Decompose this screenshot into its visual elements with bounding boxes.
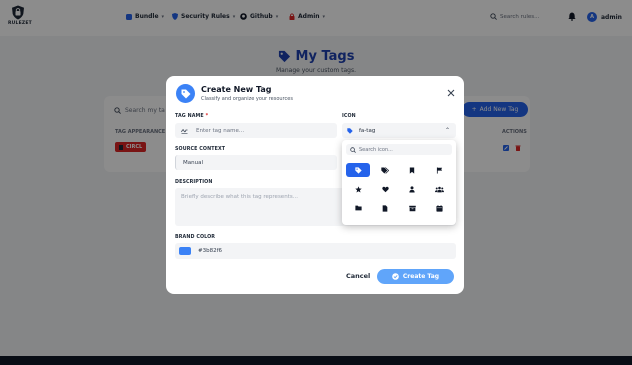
brand-color-label: BRAND COLOR <box>175 235 216 240</box>
calendar-icon <box>435 204 443 212</box>
check-circle-icon <box>392 273 399 280</box>
icon-search-placeholder: Search icon... <box>359 146 393 153</box>
star-icon <box>354 185 362 193</box>
tag-name-input[interactable]: Enter tag name... <box>175 123 337 138</box>
bookmark-icon <box>409 166 415 174</box>
color-swatch[interactable] <box>179 247 191 255</box>
source-context-field: Manual <box>175 155 337 170</box>
icon-option-tags[interactable] <box>373 163 397 177</box>
user-icon <box>409 185 415 192</box>
source-context-label: SOURCE CONTEXT <box>175 147 226 152</box>
close-icon[interactable] <box>446 88 456 98</box>
archive-icon <box>408 205 416 211</box>
required-mark: * <box>205 114 209 119</box>
brand-color-value: #3b82f6 <box>198 248 223 254</box>
icon-option-flag[interactable] <box>427 163 451 177</box>
icon-option-archive[interactable] <box>400 201 424 215</box>
icon-option-star[interactable] <box>346 182 370 196</box>
icon-option-bookmark[interactable] <box>400 163 424 177</box>
chevron-up-icon: ⌃ <box>445 127 451 134</box>
icon-search-input[interactable]: Search icon... <box>346 144 452 155</box>
heart-icon <box>381 186 389 192</box>
icon-select[interactable]: fa-tag ⌃ <box>342 123 456 138</box>
tag-name-placeholder: Enter tag name... <box>196 127 245 134</box>
icon-picker-dropdown: Search icon... <box>342 140 456 225</box>
description-label: DESCRIPTION <box>175 180 213 185</box>
source-context-value: Manual <box>183 159 203 166</box>
icon-option-calendar[interactable] <box>427 201 451 215</box>
icon-option-file[interactable] <box>373 201 397 215</box>
file-icon <box>382 204 388 212</box>
cancel-button[interactable]: Cancel <box>346 272 370 280</box>
search-icon <box>350 146 356 153</box>
folder-icon <box>354 205 362 211</box>
tag-icon <box>181 89 190 98</box>
icon-option-users[interactable] <box>427 182 451 196</box>
icon-select-value: fa-tag <box>359 127 376 134</box>
icon-option-user[interactable] <box>400 182 424 196</box>
tag-icon <box>347 127 353 134</box>
icon-option-heart[interactable] <box>373 182 397 196</box>
modal-tag-icon <box>176 84 195 103</box>
signature-icon <box>181 129 188 134</box>
brand-color-field[interactable]: #3b82f6 <box>175 243 456 259</box>
modal-title: Create New Tag <box>201 85 272 94</box>
create-tag-button[interactable]: Create Tag <box>377 269 454 284</box>
tag-name-label-text: TAG NAME <box>175 114 204 119</box>
icon-grid <box>346 163 452 215</box>
icon-option-tag[interactable] <box>346 163 370 177</box>
flag-icon <box>436 166 442 174</box>
icon-option-folder[interactable] <box>346 201 370 215</box>
modal-subtitle: Classify and organize your resources <box>201 96 293 102</box>
description-placeholder: Briefly describe what this tag represent… <box>181 194 298 200</box>
icon-label: ICON <box>342 114 356 119</box>
tags-icon <box>381 166 389 174</box>
users-icon <box>434 186 444 192</box>
tag-name-label: TAG NAME * <box>175 114 208 119</box>
tag-icon <box>354 166 362 174</box>
create-tag-label: Create Tag <box>402 273 440 280</box>
